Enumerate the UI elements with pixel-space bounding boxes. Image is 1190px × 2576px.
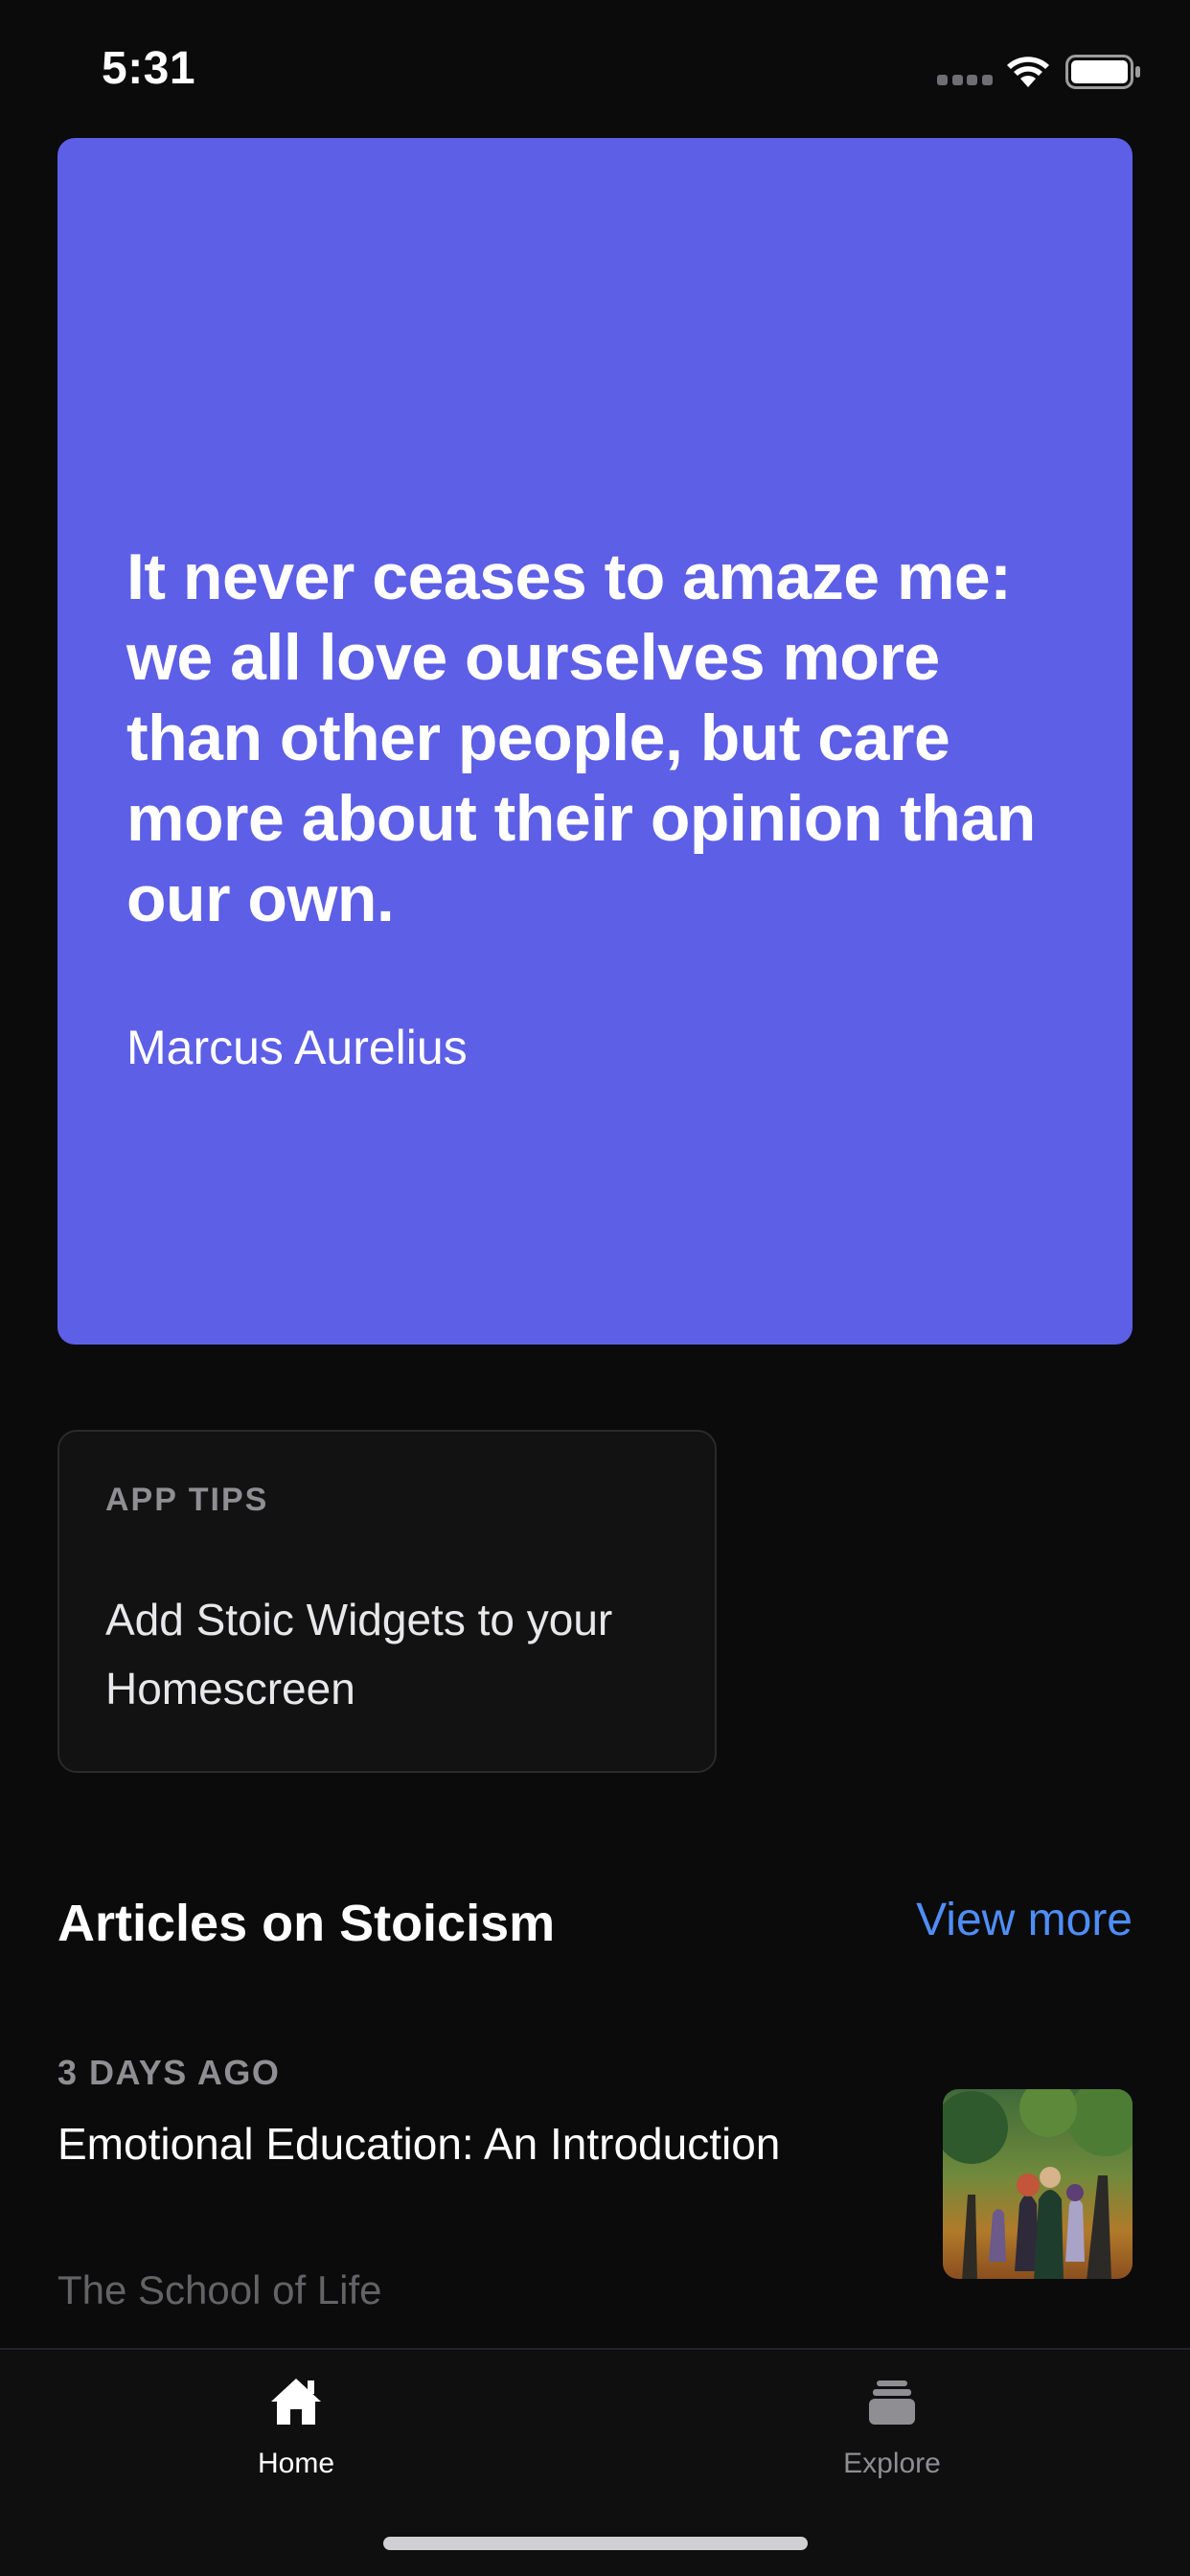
articles-section-title: Articles on Stoicism [57,1895,556,1952]
app-tips-label: APP TIPS [105,1482,269,1518]
stack-icon [869,2380,915,2425]
article-list-item[interactable]: 3 DAYS AGO Emotional Education: An Intro… [57,2041,1133,2329]
tab-explore-label: Explore [843,2448,941,2479]
signal-icon [937,75,993,88]
article-source: The School of Life [57,2267,382,2312]
status-bar: 5:31 [0,0,1190,144]
article-thumbnail [943,2089,1133,2279]
battery-icon [1065,55,1140,89]
app-tips-text: Add Stoic Widgets to your Homescreen [105,1595,613,1714]
wifi-icon [1007,57,1049,87]
quote-text: It never ceases to amaze me: we all love… [126,540,1036,935]
quote-author: Marcus Aurelius [126,1021,468,1074]
tab-home[interactable]: Home [152,2373,440,2507]
status-time: 5:31 [102,43,196,94]
home-indicator [383,2537,808,2550]
home-icon [271,2379,321,2425]
painting-thumbnail [943,2089,1133,2279]
article-title: Emotional Education: An Introduction [57,2119,781,2169]
app-tips-card[interactable]: APP TIPS Add Stoic Widgets to your Homes… [57,1430,717,1773]
quote-card[interactable]: It never ceases to amaze me: we all love… [57,138,1133,1345]
view-more-link[interactable]: View more [916,1894,1133,1946]
article-date: 3 DAYS AGO [57,2053,281,2092]
tab-home-label: Home [257,2448,335,2479]
tab-explore[interactable]: Explore [748,2373,1036,2507]
